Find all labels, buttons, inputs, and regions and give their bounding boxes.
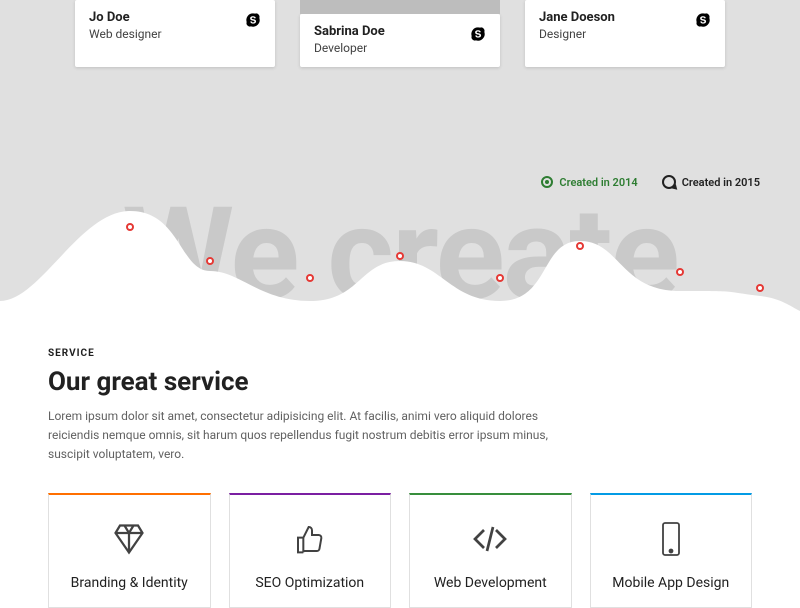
hero-section: Jo Doe Web designer Sabrina Doe Develope… xyxy=(0,0,800,320)
service-card-label: SEO Optimization xyxy=(246,575,375,591)
skype-icon[interactable] xyxy=(695,12,711,28)
service-card-label: Branding & Identity xyxy=(65,575,194,591)
skype-icon[interactable] xyxy=(470,26,486,42)
skype-icon[interactable] xyxy=(245,12,261,28)
service-card-branding[interactable]: Branding & Identity xyxy=(48,493,211,608)
chart-point-icon xyxy=(676,268,684,276)
service-card-webdev[interactable]: Web Development xyxy=(409,493,572,608)
service-card-mobile[interactable]: Mobile App Design xyxy=(590,493,753,608)
section-title: Our great service xyxy=(48,367,752,397)
service-card-label: Web Development xyxy=(426,575,555,591)
chart-point-icon xyxy=(126,223,134,231)
chart-point-icon xyxy=(306,274,314,282)
service-card-row: Branding & Identity SEO Optimization Web… xyxy=(48,493,752,608)
team-card[interactable]: Jo Doe Web designer xyxy=(75,0,275,67)
wave-chart xyxy=(0,201,800,320)
chart-point-icon xyxy=(576,242,584,250)
thumbs-up-icon xyxy=(246,519,375,559)
team-name: Jo Doe xyxy=(89,10,162,25)
service-card-seo[interactable]: SEO Optimization xyxy=(229,493,392,608)
section-description: Lorem ipsum dolor sit amet, consectetur … xyxy=(48,407,588,465)
code-icon xyxy=(426,519,555,559)
mobile-icon xyxy=(607,519,736,559)
legend-label: Created in 2015 xyxy=(682,176,760,189)
service-section: SERVICE Our great service Lorem ipsum do… xyxy=(0,320,800,608)
chart-point-icon xyxy=(496,274,504,282)
team-card[interactable]: Jane Doeson Designer xyxy=(525,0,725,67)
team-role: Developer xyxy=(314,41,385,55)
team-role: Web designer xyxy=(89,27,162,41)
team-card[interactable]: Sabrina Doe Developer xyxy=(300,14,500,67)
chart-point-icon xyxy=(756,284,764,292)
team-name: Sabrina Doe xyxy=(314,24,385,39)
section-eyebrow: SERVICE xyxy=(48,348,752,359)
chart-point-icon xyxy=(206,257,214,265)
diamond-icon xyxy=(65,519,194,559)
chart-point-icon xyxy=(396,252,404,260)
team-role: Designer xyxy=(539,27,615,41)
team-name: Jane Doeson xyxy=(539,10,615,25)
service-card-label: Mobile App Design xyxy=(607,575,736,591)
team-card-row: Jo Doe Web designer Sabrina Doe Develope… xyxy=(0,0,800,67)
